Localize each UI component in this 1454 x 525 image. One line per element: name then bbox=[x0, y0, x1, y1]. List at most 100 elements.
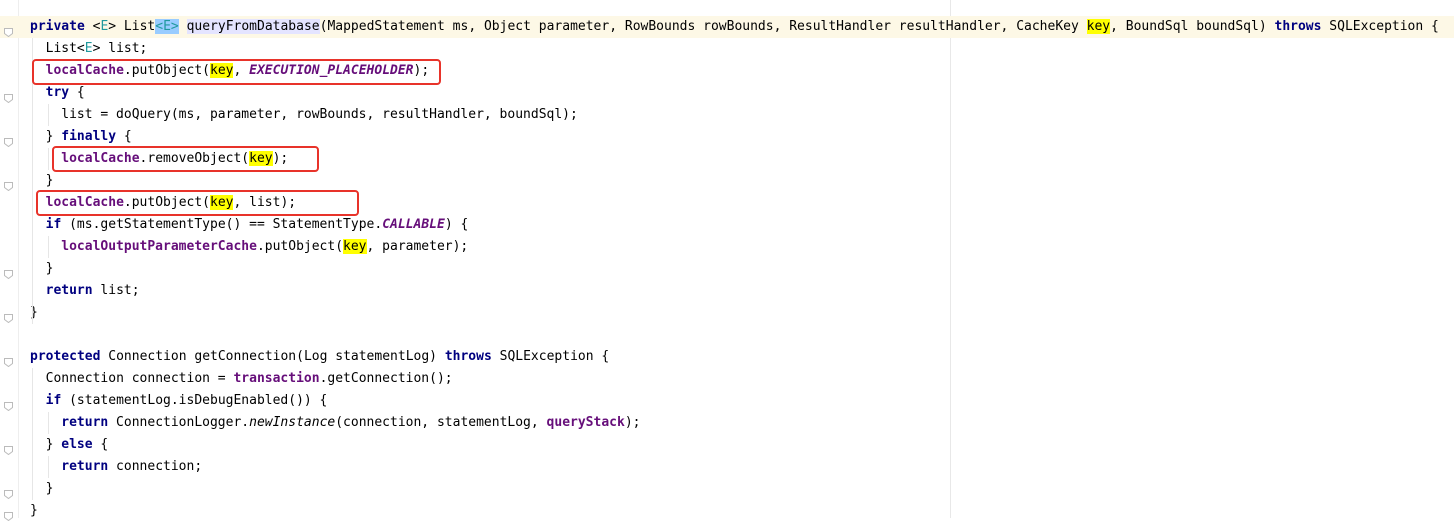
code-editor[interactable]: private <E> List<E> queryFromDatabase(Ma… bbox=[0, 0, 1454, 522]
code-token: , parameter); bbox=[366, 239, 469, 254]
code-line[interactable]: return connection; bbox=[0, 456, 1454, 478]
code-line[interactable]: private <E> List<E> queryFromDatabase(Ma… bbox=[0, 16, 1454, 38]
annotation-box-put-placeholder bbox=[32, 59, 441, 85]
fold-marker-icon[interactable] bbox=[4, 352, 13, 368]
code-line[interactable]: Connection connection = transaction.getC… bbox=[0, 368, 1454, 390]
code-text: protected Connection getConnection(Log s… bbox=[30, 346, 609, 368]
code-token: > List bbox=[108, 19, 156, 34]
code-token: Connection getConnection(Log statementLo… bbox=[100, 349, 445, 364]
code-token: CALLABLE bbox=[382, 217, 445, 232]
code-token: { bbox=[116, 129, 132, 144]
fold-marker-icon[interactable] bbox=[4, 308, 13, 324]
fold-marker-icon[interactable] bbox=[4, 88, 13, 104]
code-text: } finally { bbox=[46, 126, 132, 148]
code-token: if bbox=[45, 393, 62, 408]
indent-guide bbox=[47, 148, 49, 170]
code-line[interactable]: localOutputParameterCache.putObject(key,… bbox=[0, 236, 1454, 258]
code-token: } bbox=[45, 481, 54, 496]
code-line[interactable] bbox=[0, 324, 1454, 346]
indent-guide bbox=[47, 456, 49, 478]
code-token: } bbox=[45, 129, 62, 144]
code-token: queryFromDatabase bbox=[186, 19, 320, 34]
annotation-box-remove-object bbox=[52, 146, 319, 172]
code-token: protected bbox=[30, 349, 101, 364]
fold-marker-icon[interactable] bbox=[4, 132, 13, 148]
code-line[interactable]: return list; bbox=[0, 280, 1454, 302]
code-token: newInstance bbox=[249, 415, 336, 430]
code-token: } bbox=[45, 261, 54, 276]
code-line[interactable]: } bbox=[0, 302, 1454, 324]
code-token: key bbox=[343, 239, 367, 254]
code-token: key bbox=[1086, 19, 1111, 34]
code-token: connection; bbox=[108, 459, 203, 474]
code-token: return bbox=[61, 459, 109, 474]
code-token: throws bbox=[1274, 19, 1322, 34]
code-line[interactable]: } bbox=[0, 170, 1454, 192]
code-token: ConnectionLogger. bbox=[108, 415, 250, 430]
code-token: } bbox=[45, 437, 62, 452]
code-line[interactable]: protected Connection getConnection(Log s… bbox=[0, 346, 1454, 368]
fold-marker-icon[interactable] bbox=[4, 22, 13, 38]
code-token: (ms.getStatementType() == StatementType. bbox=[61, 217, 383, 232]
fold-marker-icon[interactable] bbox=[4, 396, 13, 412]
code-line[interactable]: } bbox=[0, 500, 1454, 522]
code-text: } else { bbox=[46, 434, 109, 456]
code-token: E bbox=[84, 41, 93, 56]
code-token: try bbox=[45, 85, 70, 100]
code-token: Connection connection = bbox=[45, 371, 234, 386]
code-token: { bbox=[92, 437, 109, 452]
code-token: (connection, statementLog, bbox=[335, 415, 547, 430]
code-text: private <E> List<E> queryFromDatabase(Ma… bbox=[30, 16, 1439, 38]
code-token: .putObject( bbox=[256, 239, 344, 254]
fold-marker-icon[interactable] bbox=[4, 484, 13, 500]
code-token: < bbox=[84, 19, 101, 34]
fold-marker-icon[interactable] bbox=[4, 506, 13, 522]
code-token: list = doQuery(ms, parameter, rowBounds,… bbox=[61, 107, 578, 122]
code-line[interactable]: try { bbox=[0, 82, 1454, 104]
code-token: { bbox=[69, 85, 85, 100]
code-line[interactable]: } finally { bbox=[0, 126, 1454, 148]
code-text: if (ms.getStatementType() == StatementTy… bbox=[46, 214, 469, 236]
code-token: else bbox=[61, 437, 93, 452]
code-text: } bbox=[46, 478, 54, 500]
indent-guide bbox=[32, 368, 33, 500]
code-token: return bbox=[61, 415, 109, 430]
code-text: localOutputParameterCache.putObject(key,… bbox=[61, 236, 468, 258]
code-token: SQLException { bbox=[491, 349, 610, 364]
fold-marker-icon[interactable] bbox=[4, 440, 13, 456]
code-token: } bbox=[45, 173, 54, 188]
code-token: ) { bbox=[444, 217, 469, 232]
code-line[interactable]: return ConnectionLogger.newInstance(conn… bbox=[0, 412, 1454, 434]
code-line[interactable]: } bbox=[0, 258, 1454, 280]
code-text: List<E> list; bbox=[46, 38, 148, 60]
code-text: } bbox=[46, 170, 54, 192]
fold-marker-icon[interactable] bbox=[4, 176, 13, 192]
code-token: > bbox=[170, 19, 179, 34]
code-token: ); bbox=[624, 415, 641, 430]
indent-guide bbox=[47, 104, 49, 126]
code-line[interactable]: } else { bbox=[0, 434, 1454, 456]
code-token: if bbox=[45, 217, 62, 232]
code-token: E bbox=[163, 19, 171, 34]
fold-marker-icon[interactable] bbox=[4, 264, 13, 280]
code-text: } bbox=[46, 258, 54, 280]
code-token: return bbox=[45, 283, 93, 298]
code-token: (MappedStatement ms, Object parameter, R… bbox=[319, 19, 1087, 34]
annotation-box-put-list bbox=[36, 190, 359, 216]
code-token: private bbox=[30, 19, 85, 34]
code-token: (statementLog.isDebugEnabled()) { bbox=[61, 393, 328, 408]
code-text: return list; bbox=[46, 280, 140, 302]
code-token: list; bbox=[92, 283, 140, 298]
code-line[interactable]: list = doQuery(ms, parameter, rowBounds,… bbox=[0, 104, 1454, 126]
code-line[interactable]: if (ms.getStatementType() == StatementTy… bbox=[0, 214, 1454, 236]
code-text: } bbox=[30, 500, 38, 522]
code-token: .getConnection(); bbox=[319, 371, 453, 386]
code-line[interactable]: List<E> list; bbox=[0, 38, 1454, 60]
code-text: list = doQuery(ms, parameter, rowBounds,… bbox=[61, 104, 578, 126]
code-text: Connection connection = transaction.getC… bbox=[46, 368, 453, 390]
code-token: queryStack bbox=[546, 415, 625, 430]
code-token: throws bbox=[444, 349, 492, 364]
code-line[interactable]: if (statementLog.isDebugEnabled()) { bbox=[0, 390, 1454, 412]
code-line[interactable]: } bbox=[0, 478, 1454, 500]
